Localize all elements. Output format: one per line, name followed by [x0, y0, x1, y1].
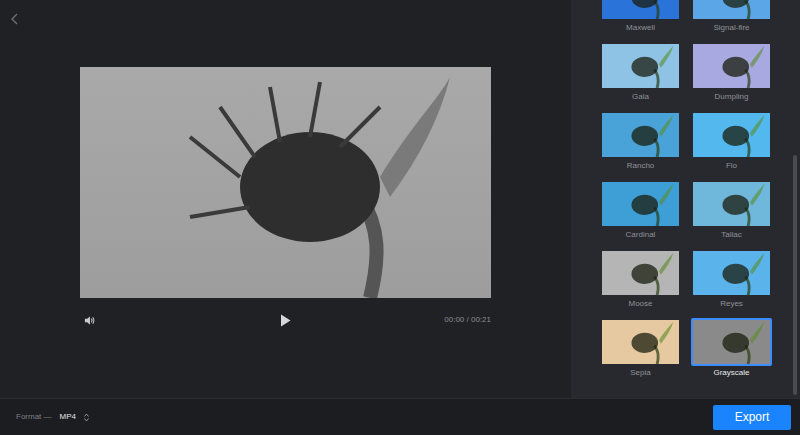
filter-label: Maxwell	[600, 21, 681, 35]
filter-preview	[693, 182, 770, 226]
filter-label: Cardinal	[600, 228, 681, 242]
filter-label: Signal-fire	[691, 21, 772, 35]
filter-label: Tallac	[691, 228, 772, 242]
updown-icon[interactable]	[84, 413, 89, 422]
filter-item[interactable]: Flo	[691, 111, 772, 173]
export-button[interactable]: Export	[713, 405, 791, 430]
filter-label: Dumpling	[691, 90, 772, 104]
filter-thumbnail[interactable]	[691, 180, 772, 228]
filter-label: Rancho	[600, 159, 681, 173]
filter-thumbnail[interactable]	[600, 111, 681, 159]
filter-item[interactable]: Sepia	[600, 318, 681, 380]
filter-preview	[693, 113, 770, 157]
filter-thumbnail[interactable]	[691, 249, 772, 297]
filter-preview	[693, 320, 770, 364]
filter-thumbnail[interactable]	[600, 249, 681, 297]
filter-label: Gala	[600, 90, 681, 104]
bottom-bar: Format — MP4 Export	[0, 398, 800, 435]
filter-item[interactable]: Tallac	[691, 180, 772, 242]
filter-preview	[602, 44, 679, 88]
filter-item[interactable]: Moose	[600, 249, 681, 311]
format-select[interactable]: MP4	[60, 411, 89, 423]
filter-item[interactable]: Dumpling	[691, 42, 772, 104]
volume-icon[interactable]	[84, 315, 95, 326]
filter-thumbnail[interactable]	[691, 318, 772, 366]
filter-thumbnail[interactable]	[691, 111, 772, 159]
filter-thumbnail[interactable]	[691, 0, 772, 21]
filter-preview	[693, 44, 770, 88]
filter-item[interactable]: Gala	[600, 42, 681, 104]
filter-label: Reyes	[691, 297, 772, 311]
time-readout: 00:00 / 00:21	[444, 314, 491, 326]
filter-thumbnail[interactable]	[600, 42, 681, 90]
filter-preview	[693, 0, 770, 19]
format-value[interactable]: MP4	[60, 411, 76, 423]
filter-label: Moose	[600, 297, 681, 311]
filter-preview	[602, 113, 679, 157]
format-label: Format —	[16, 411, 52, 423]
filter-item[interactable]: Grayscale	[691, 318, 772, 380]
filter-label: Flo	[691, 159, 772, 173]
filter-preview	[602, 182, 679, 226]
play-icon[interactable]	[280, 314, 291, 327]
filter-label: Sepia	[600, 366, 681, 380]
back-icon[interactable]	[8, 12, 22, 26]
filter-thumbnail[interactable]	[691, 42, 772, 90]
filter-item[interactable]: Reyes	[691, 249, 772, 311]
filter-thumbnail[interactable]	[600, 0, 681, 21]
filter-preview	[693, 251, 770, 295]
filter-preview	[602, 251, 679, 295]
preview-area: 00:00 / 00:21	[0, 0, 571, 398]
filter-item[interactable]: Cardinal	[600, 180, 681, 242]
filter-thumbnail[interactable]	[600, 180, 681, 228]
filter-preview	[602, 320, 679, 364]
editor-window: 00:00 / 00:21 Maxwell Signal-fire Gala Dump…	[0, 0, 800, 435]
video-preview	[80, 67, 491, 298]
scrollbar[interactable]	[793, 155, 797, 395]
filter-item[interactable]: Signal-fire	[691, 0, 772, 35]
filter-preview	[602, 0, 679, 19]
filter-panel: Maxwell Signal-fire Gala Dumpling Rancho Flo C…	[571, 0, 800, 398]
filter-label: Grayscale	[691, 366, 772, 380]
filter-item[interactable]: Maxwell	[600, 0, 681, 35]
filter-thumbnail[interactable]	[600, 318, 681, 366]
filter-item[interactable]: Rancho	[600, 111, 681, 173]
filter-list: Maxwell Signal-fire Gala Dumpling Rancho Flo C…	[571, 0, 800, 380]
